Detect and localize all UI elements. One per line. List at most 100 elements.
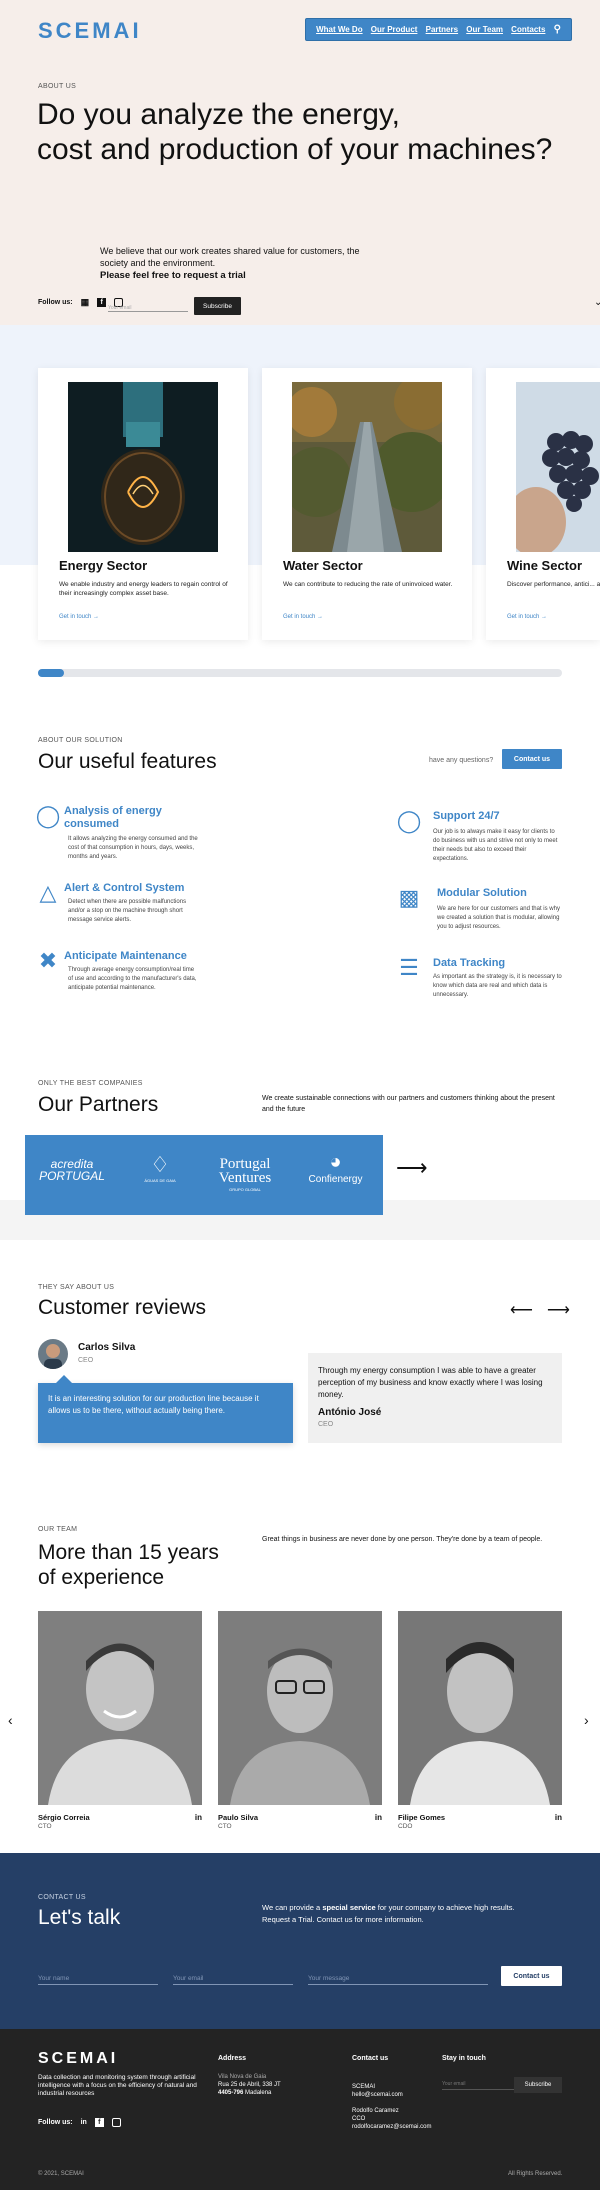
contact-text-pre: We can provide a (262, 1903, 323, 1912)
footer-logo[interactable]: SCEMAI (38, 2050, 118, 2068)
feature-title: Alert & Control System (64, 882, 185, 894)
partner-acredita-portugal[interactable]: acredita PORTUGAL (36, 1158, 108, 1182)
nav-contacts[interactable]: Contacts (511, 25, 545, 34)
team-member: Filipe Gomes CDO in (398, 1611, 562, 1830)
search-icon[interactable]: ⚲ (554, 24, 561, 35)
contact-label: CONTACT US (38, 1894, 86, 1901)
feature-text: Through average energy consumption/real … (68, 967, 197, 991)
sector-card-energy[interactable]: Energy Sector We enable industry and ene… (38, 368, 248, 640)
footer-email-input[interactable]: Your email (442, 2081, 518, 2090)
sector-card-water[interactable]: Water Sector We can contribute to reduci… (262, 368, 472, 640)
feature-title: Data Tracking (433, 957, 506, 969)
contact-section (0, 1853, 600, 2029)
linkedin-icon[interactable]: in (81, 2119, 87, 2126)
team-title: More than 15 years of experience (38, 1540, 219, 1590)
features-title: Our useful features (38, 750, 217, 773)
facebook-icon[interactable]: f (94, 2118, 104, 2127)
contact-line: CCO (352, 2116, 366, 2122)
features-label: ABOUT OUR SOLUTION (38, 737, 123, 744)
feature-maintenance: ✖ Anticipate Maintenance Through average… (34, 948, 197, 1008)
contact-email-link[interactable]: rodolfocaramez@scemai.com (352, 2123, 431, 2131)
member-role: CTO (218, 1823, 232, 1830)
linkedin-icon[interactable]: in (555, 1813, 562, 1822)
team-title-line1: More than 15 years (38, 1541, 219, 1564)
footer-address-heading: Address (218, 2055, 247, 2062)
get-in-touch-link[interactable]: Get in touch → (283, 614, 323, 620)
contact-us-button[interactable]: Contact us (502, 749, 562, 769)
pipeline-image (292, 382, 442, 552)
sector-title: Water Sector (283, 558, 363, 573)
linkedin-icon[interactable]: ▦ (81, 297, 90, 308)
partners-title: Our Partners (38, 1093, 159, 1116)
contact-email-link[interactable]: hello@scemai.com (352, 2091, 431, 2099)
footer-stay-heading: Stay in touch (442, 2055, 486, 2062)
feature-text: Detect when there are possible malfuncti… (68, 899, 187, 923)
footer-follow: Follow us: in f (38, 2118, 121, 2127)
headset-icon: ◯ (396, 808, 422, 833)
footer-description: Data collection and monitoring system th… (38, 2074, 197, 2097)
carousel-scrollbar[interactable] (38, 669, 562, 677)
lightbulb-image (68, 382, 218, 552)
review-text: It is an interesting solution for our pr… (48, 1394, 259, 1415)
logo[interactable]: SCEMAI (38, 18, 142, 44)
tools-icon: ✖ (38, 948, 58, 973)
message-input[interactable]: Your message (308, 1975, 488, 1985)
member-role: CTO (38, 1823, 52, 1830)
sector-card-wine[interactable]: Wine Sector Discover performance, antici… (486, 368, 600, 640)
team-member: Paulo Silva CTO in (218, 1611, 382, 1830)
partner-aguas-de-gaia[interactable]: ♢ ÁGUAS DE GAIA (138, 1152, 182, 1183)
partners-label: ONLY THE BEST COMPANIES (38, 1080, 143, 1087)
team-title-line2: of experience (38, 1566, 165, 1589)
carousel-scrollbar-thumb[interactable] (38, 669, 64, 677)
hero-cta: Please feel free to request a trial (100, 270, 246, 281)
footer-copyright: © 2021, SCEMAI (38, 2171, 84, 2177)
chevron-right-icon[interactable]: › (584, 1712, 589, 1728)
nav-our-product[interactable]: Our Product (371, 25, 418, 34)
hero-subscribe-button[interactable]: Subscribe (194, 297, 241, 315)
hero-title: Do you analyze the energy, cost and prod… (37, 97, 597, 167)
review-text: Through my energy consumption I was able… (318, 1366, 543, 1399)
feature-text: We are here for our customers and that i… (437, 906, 560, 930)
member-name: Filipe Gomes (398, 1813, 446, 1822)
avatar (38, 1339, 68, 1369)
feature-text: As important as the strategy is, it is n… (433, 974, 562, 998)
reviews-prev-arrow[interactable]: ⟵ (510, 1302, 547, 1319)
server-icon: ☰ (399, 955, 419, 980)
hero-email-input[interactable]: Your email (108, 305, 188, 312)
partner-portugal-ventures[interactable]: Portugal Ventures GRUPO GLOBAL (205, 1157, 285, 1193)
facebook-icon[interactable]: f (97, 298, 107, 307)
have-questions-text: have any questions? (429, 757, 494, 764)
instagram-icon[interactable] (111, 2118, 121, 2127)
name-input[interactable]: Your name (38, 1975, 158, 1985)
reviews-next-arrow[interactable]: ⟶ (547, 1302, 584, 1319)
member-photo (38, 1611, 202, 1805)
reviewer-role: CEO (318, 1421, 334, 1428)
contact-text-2: Request a Trial. Contact us for more inf… (262, 1915, 424, 1924)
nav-partners[interactable]: Partners (426, 25, 458, 34)
member-name: Sérgio Correia (38, 1813, 90, 1822)
sector-text: Discover performance, antici... an unpre… (507, 581, 600, 588)
reviews-label: THEY SAY ABOUT US (38, 1284, 115, 1291)
feature-text: Our job is to always make it easy for cl… (433, 829, 558, 862)
chevron-left-icon[interactable]: ‹ (8, 1712, 13, 1728)
contact-text-post: for your company to achieve high results… (375, 1903, 515, 1912)
footer-subscribe-button[interactable]: Subscribe (514, 2077, 562, 2093)
linkedin-icon[interactable]: in (375, 1813, 382, 1822)
feature-text: It allows analyzing the energy consumed … (68, 836, 198, 860)
get-in-touch-link[interactable]: Get in touch → (59, 614, 99, 620)
contact-submit-button[interactable]: Contact us (501, 1966, 562, 1986)
grapes-image (516, 382, 600, 552)
hero-label: ABOUT US (38, 83, 77, 90)
get-in-touch-link[interactable]: Get in touch → (507, 614, 547, 620)
linkedin-icon[interactable]: in (195, 1813, 202, 1822)
feature-title: Support 24/7 (433, 810, 500, 822)
partner-confienergy[interactable]: ◕ Confienergy (298, 1150, 373, 1185)
chevron-down-icon[interactable]: ⌄ (594, 297, 600, 308)
nav-what-we-do[interactable]: What We Do (316, 25, 363, 34)
nav-our-team[interactable]: Our Team (466, 25, 503, 34)
main-nav: What We Do Our Product Partners Our Team… (305, 18, 572, 41)
partners-next-arrow[interactable]: ⟶ (396, 1155, 428, 1181)
partner-sublabel: GRUPO GLOBAL (229, 1187, 261, 1192)
feature-title: Anticipate Maintenance (64, 950, 187, 962)
email-input[interactable]: Your email (173, 1975, 293, 1985)
